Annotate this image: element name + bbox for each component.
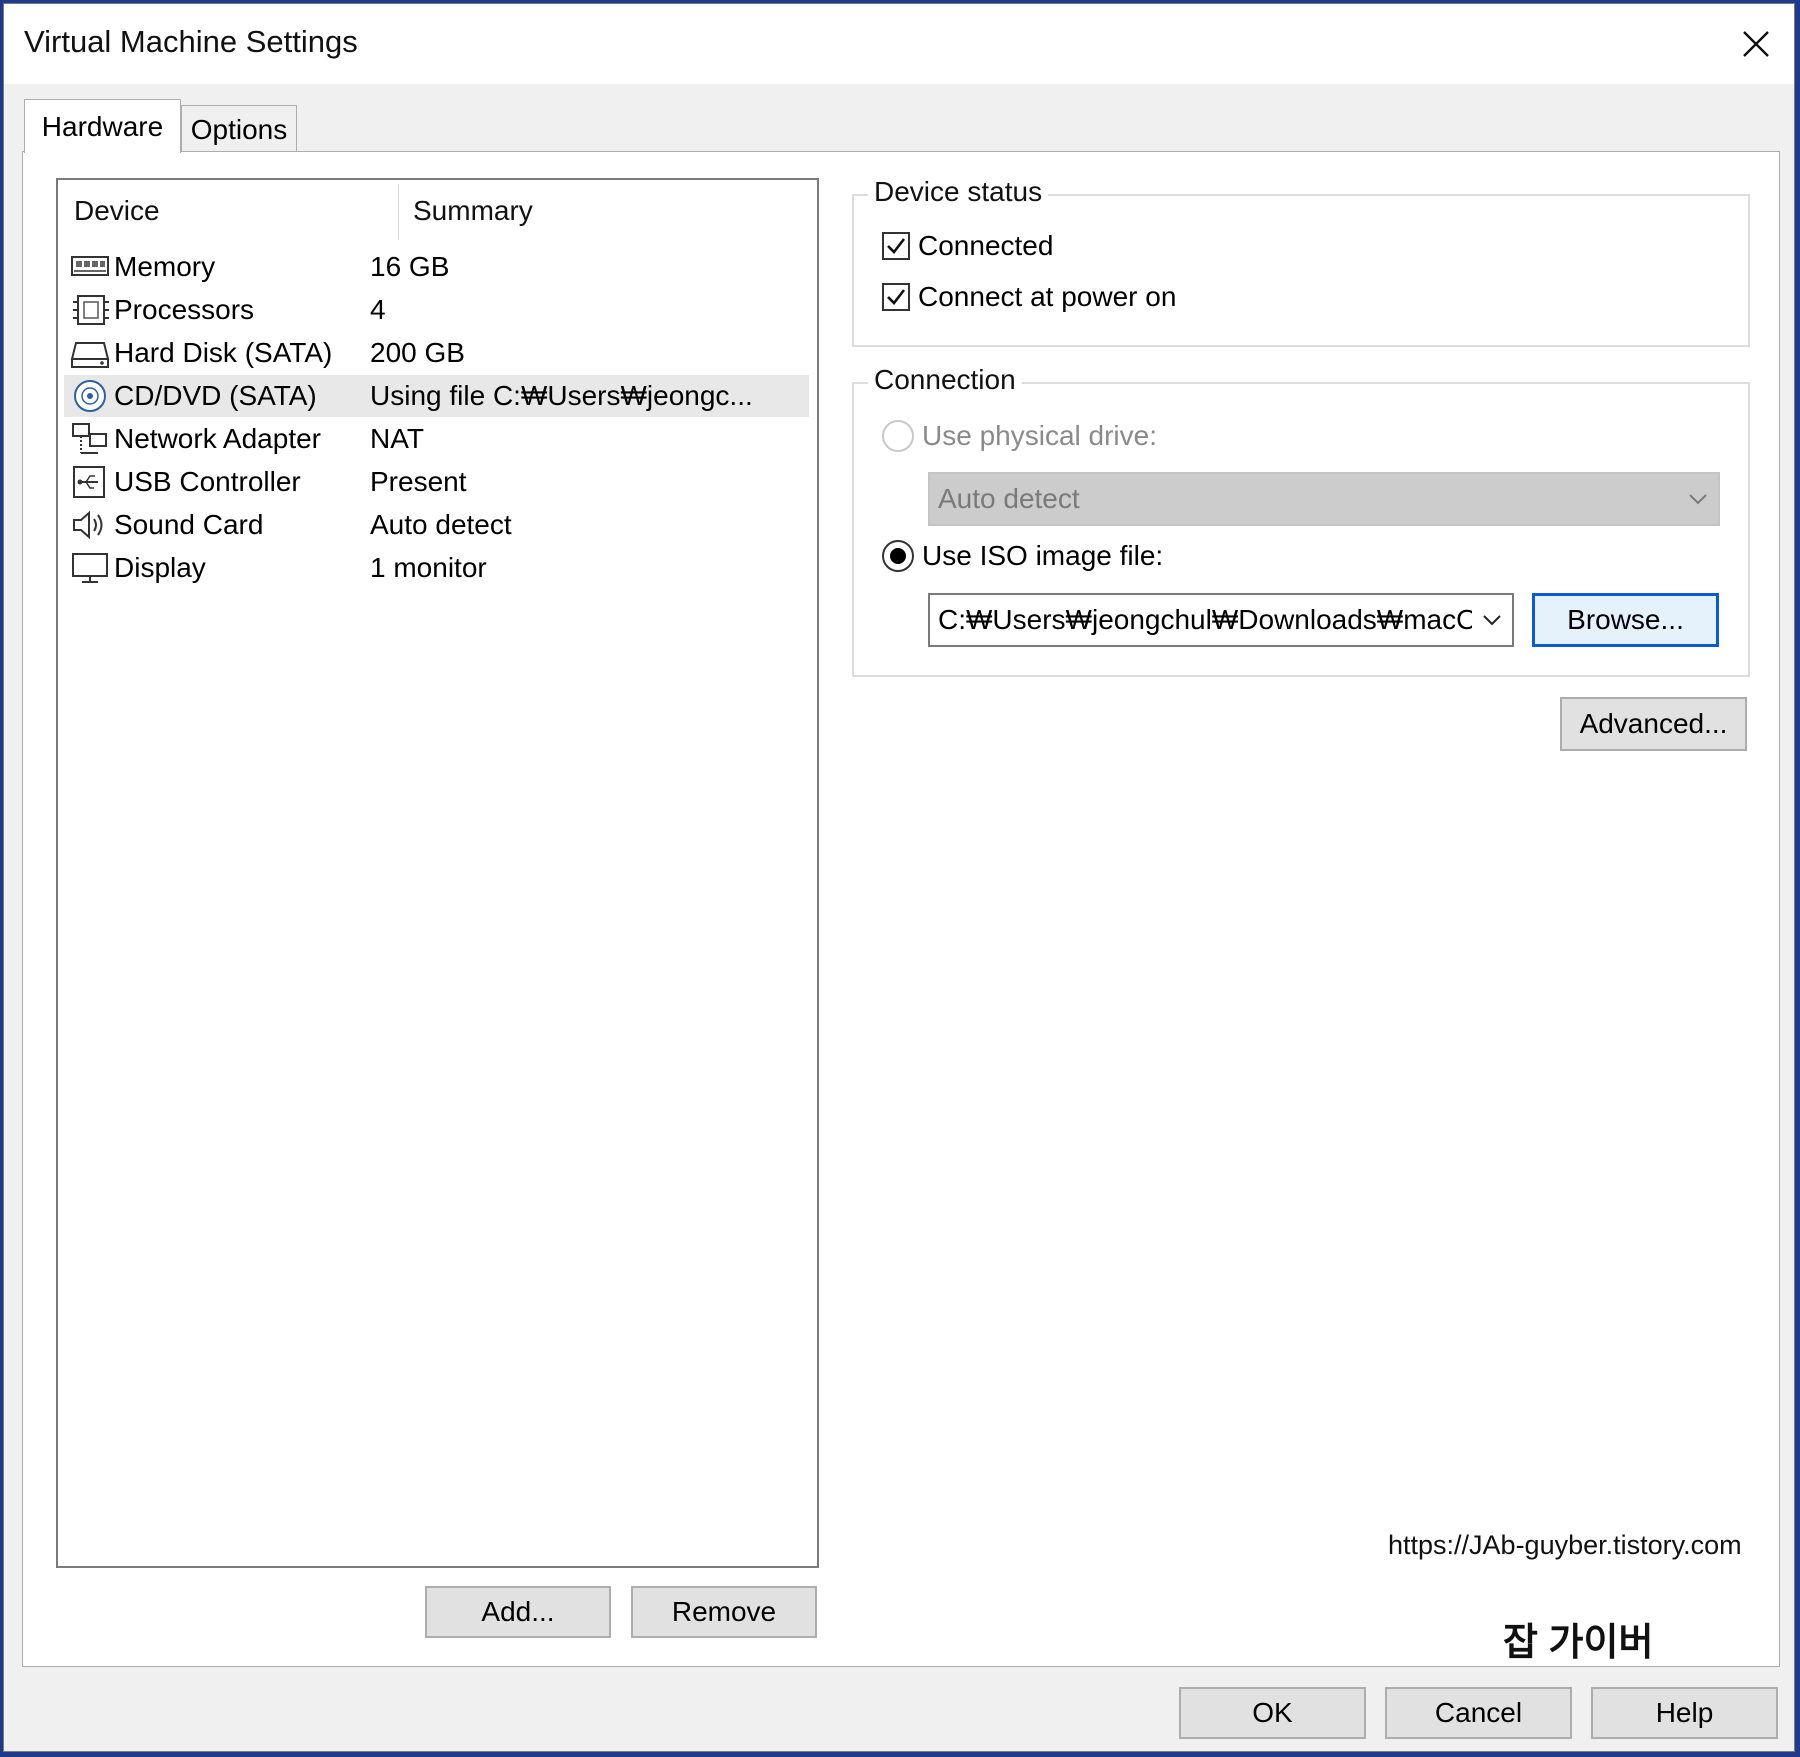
use-iso-image-radio[interactable]: Use ISO image file:: [882, 536, 1163, 576]
tab-options-label: Options: [190, 113, 288, 145]
device-summary: NAT: [370, 423, 424, 454]
use-physical-drive-radio-circle[interactable]: [882, 420, 914, 452]
use-physical-drive-label: Use physical drive:: [922, 420, 1157, 451]
browse-button[interactable]: Browse...: [1532, 593, 1719, 647]
chevron-down-icon: [1678, 493, 1718, 505]
device-summary: 4: [370, 294, 386, 325]
tab-hardware-label: Hardware: [41, 110, 164, 142]
connect-at-power-on-checkbox-box[interactable]: [882, 283, 910, 311]
use-physical-drive-radio[interactable]: Use physical drive:: [882, 416, 1157, 456]
usb-controller-icon: [73, 466, 105, 498]
use-iso-image-radio-circle[interactable]: [882, 540, 914, 572]
close-icon: [1743, 31, 1769, 57]
device-list[interactable]: Device Summary Memory 16 GB Processors 4…: [56, 178, 819, 1568]
iso-path-combobox[interactable]: C:₩Users₩jeongchul₩Downloads₩macO: [928, 593, 1514, 647]
processor-icon: [73, 295, 109, 325]
hard-disk-icon: [70, 342, 110, 368]
column-separator[interactable]: [398, 184, 399, 240]
device-row-usb-controller[interactable]: USB Controller Present: [64, 461, 809, 503]
memory-icon: [71, 256, 109, 276]
device-row-display[interactable]: Display 1 monitor: [64, 547, 809, 589]
device-row-hard-disk[interactable]: Hard Disk (SATA) 200 GB: [64, 332, 809, 374]
device-summary: Auto detect: [370, 509, 512, 540]
column-header-summary[interactable]: Summary: [413, 180, 533, 242]
help-button[interactable]: Help: [1591, 1687, 1778, 1739]
device-row-memory[interactable]: Memory 16 GB: [64, 246, 809, 288]
remove-button[interactable]: Remove: [631, 1586, 817, 1638]
connection-title: Connection: [868, 364, 1022, 396]
device-name: Sound Card: [114, 509, 264, 540]
speaker-icon: [73, 510, 103, 540]
connect-at-power-on-label: Connect at power on: [918, 281, 1177, 312]
virtual-machine-settings-window: Virtual Machine Settings Hardware Option…: [3, 3, 1795, 1752]
physical-drive-select-value: Auto detect: [938, 483, 1080, 514]
device-row-processors[interactable]: Processors 4: [64, 289, 809, 331]
cd-dvd-icon: [74, 380, 106, 412]
device-summary: 1 monitor: [370, 552, 487, 583]
window-title: Virtual Machine Settings: [24, 24, 358, 59]
iso-path-value[interactable]: C:₩Users₩jeongchul₩Downloads₩macO: [930, 604, 1472, 636]
watermark-title: 잡 가이버: [1503, 1622, 1654, 1664]
device-name: CD/DVD (SATA): [114, 380, 317, 411]
device-name: Network Adapter: [114, 423, 321, 454]
chevron-down-icon[interactable]: [1472, 614, 1512, 626]
connect-at-power-on-checkbox[interactable]: Connect at power on: [882, 277, 1176, 317]
connected-label: Connected: [918, 230, 1054, 261]
physical-drive-select[interactable]: Auto detect: [928, 472, 1720, 526]
network-adapter-icon: [72, 423, 107, 454]
title-bar: Virtual Machine Settings: [4, 4, 1794, 84]
hardware-tab-panel: Device Summary Memory 16 GB Processors 4…: [22, 151, 1780, 1667]
ok-button[interactable]: OK: [1179, 1687, 1366, 1739]
device-status-title: Device status: [868, 176, 1049, 208]
watermark-url: https://JAb-guyber.tistory.com: [1388, 1530, 1742, 1560]
connection-group: Connection Use physical drive: Auto dete…: [852, 364, 1750, 677]
advanced-button[interactable]: Advanced...: [1560, 697, 1747, 751]
checkmark-icon: [887, 289, 906, 305]
device-name: USB Controller: [114, 466, 301, 497]
connected-checkbox-box[interactable]: [882, 232, 910, 260]
close-button[interactable]: [1730, 18, 1782, 70]
device-summary: Using file C:₩Users₩jeongc...: [370, 380, 753, 411]
device-status-group: Device status Connected Connect at power…: [852, 176, 1750, 347]
device-summary: 200 GB: [370, 337, 465, 368]
tab-hardware[interactable]: Hardware: [24, 99, 181, 153]
device-name: Processors: [114, 294, 255, 325]
tab-options[interactable]: Options: [181, 105, 297, 153]
device-summary: Present: [370, 466, 467, 497]
device-summary: 16 GB: [370, 251, 450, 282]
checkmark-icon: [887, 238, 906, 254]
connected-checkbox[interactable]: Connected: [882, 226, 1053, 266]
add-button[interactable]: Add...: [425, 1586, 611, 1638]
use-iso-image-label: Use ISO image file:: [922, 540, 1164, 571]
radio-selected-dot: [890, 548, 906, 564]
cancel-button[interactable]: Cancel: [1385, 1687, 1572, 1739]
device-row-network-adapter[interactable]: Network Adapter NAT: [64, 418, 809, 460]
device-row-sound-card[interactable]: Sound Card Auto detect: [64, 504, 809, 546]
column-header-device[interactable]: Device: [74, 180, 160, 242]
device-row-cd-dvd[interactable]: CD/DVD (SATA) Using file C:₩Users₩jeongc…: [64, 375, 809, 417]
device-name: Display: [114, 552, 206, 583]
display-icon: [72, 553, 108, 583]
device-name: Memory: [114, 251, 216, 282]
device-name: Hard Disk (SATA): [114, 337, 333, 368]
